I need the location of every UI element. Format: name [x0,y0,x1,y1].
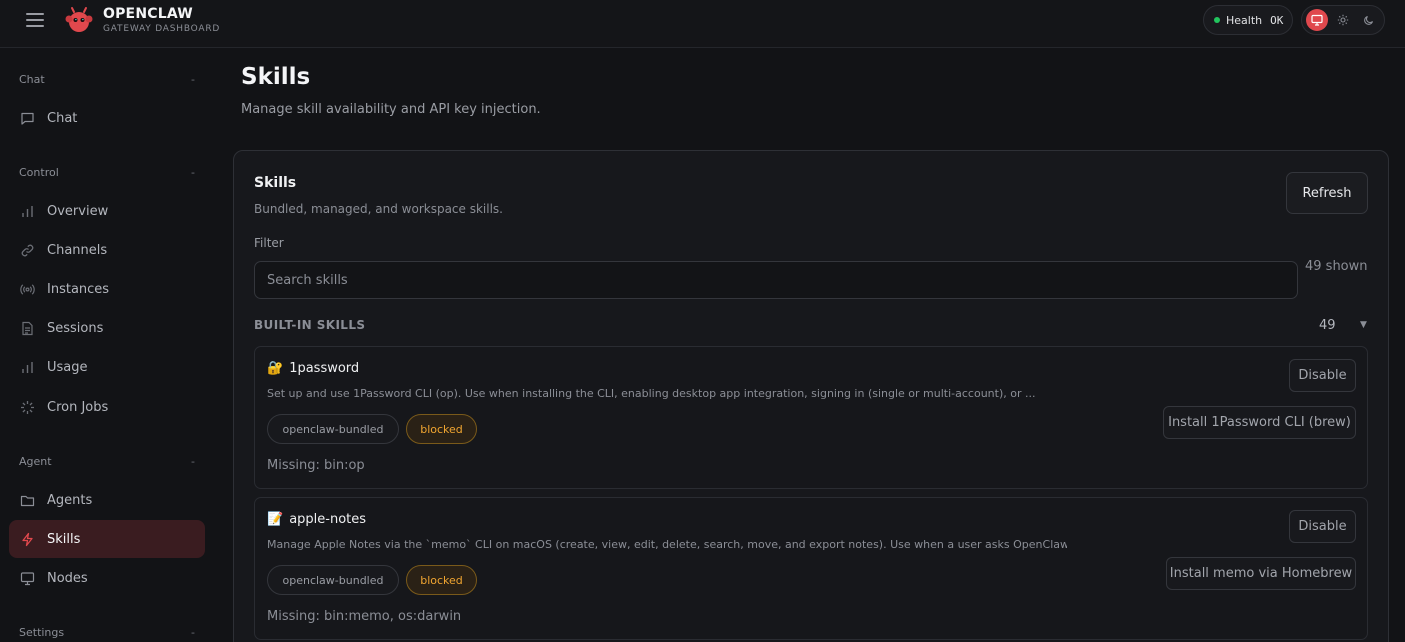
health-status: Health OK [1203,5,1293,35]
sidebar: Chat - Chat Control - Overview Channels … [0,48,218,642]
skill-name-text: 1password [289,361,360,376]
health-label: Health [1226,13,1263,27]
section-title: Chat [19,73,45,86]
monitor-icon [1311,14,1323,26]
disable-button[interactable]: Disable [1289,359,1356,392]
sidebar-section-control[interactable]: Control - [19,166,195,179]
skill-name: 📝 apple-notes [267,512,366,527]
sidebar-item-label: Usage [47,359,88,375]
sidebar-item-label: Agents [47,492,93,508]
skill-item-apple-notes: 📝 apple-notes Manage Apple Notes via the… [254,497,1368,640]
sidebar-item-label: Skills [47,531,81,547]
link-icon [21,244,34,256]
sidebar-item-label: Instances [47,281,110,297]
sidebar-section-chat[interactable]: Chat - [19,73,195,86]
sidebar-item-label: Cron Jobs [47,399,109,415]
sidebar-item-label: Sessions [47,320,104,336]
monitor-icon [20,571,35,585]
sidebar-item-channels[interactable]: Channels [9,231,205,269]
status-badge: blocked [406,565,477,595]
lock-key-icon: 🔐 [267,361,284,376]
skill-description: Set up and use 1Password CLI (op). Use w… [267,387,1036,400]
theme-dark-button[interactable] [1358,9,1380,31]
theme-switcher [1301,5,1385,35]
page-subtitle: Manage skill availability and API key in… [241,102,541,117]
sidebar-item-skills[interactable]: Skills [9,520,205,558]
health-value: OK [1270,13,1284,27]
collapse-icon[interactable]: - [191,73,195,86]
shown-count: 49 shown [1305,259,1368,274]
collapse-icon[interactable]: - [191,626,195,639]
radio-icon [20,283,35,295]
loader-icon [21,400,34,414]
filter-label: Filter [254,236,284,250]
install-button[interactable]: Install 1Password CLI (brew) [1163,406,1356,439]
collapse-icon[interactable]: - [191,166,195,179]
brand-title: OPENCLAW [103,6,193,22]
sidebar-item-label: Chat [47,110,78,126]
group-title[interactable]: BUILT-IN SKILLS [254,318,365,332]
sidebar-item-nodes[interactable]: Nodes [9,559,205,597]
search-input[interactable] [254,261,1298,299]
install-button[interactable]: Install memo via Homebrew [1166,557,1356,590]
bar-chart-icon [22,361,33,373]
card-subtitle: Bundled, managed, and workspace skills. [254,202,503,216]
skill-name: 🔐 1password [267,361,359,376]
sidebar-item-label: Overview [47,203,109,219]
sidebar-item-overview[interactable]: Overview [9,192,205,230]
section-title: Agent [19,455,52,468]
section-title: Control [19,166,59,179]
brand-subtitle: GATEWAY DASHBOARD [103,24,221,34]
missing-requirements: Missing: bin:op [267,458,365,473]
disable-button[interactable]: Disable [1289,510,1356,543]
skill-description: Manage Apple Notes via the `memo` CLI on… [267,538,1067,551]
theme-light-button[interactable] [1332,9,1354,31]
lobster-logo-icon [65,7,93,32]
bar-chart-icon [22,205,33,217]
sidebar-item-agents[interactable]: Agents [9,481,205,519]
theme-system-button[interactable] [1306,9,1328,31]
sidebar-item-chat[interactable]: Chat [9,99,205,137]
sidebar-item-usage[interactable]: Usage [9,348,205,386]
document-icon [22,321,33,335]
missing-requirements: Missing: bin:memo, os:darwin [267,609,462,624]
top-bar: OPENCLAW GATEWAY DASHBOARD Health OK [0,0,1405,48]
lightning-icon [22,532,33,546]
sun-icon [1337,14,1349,26]
sidebar-item-label: Nodes [47,570,88,586]
group-count: 49 [1319,318,1336,333]
collapse-icon[interactable]: - [191,455,195,468]
skill-name-text: apple-notes [289,512,367,527]
caret-down-icon[interactable]: ▼ [1360,320,1367,330]
card-title: Skills [254,175,297,191]
source-badge: openclaw-bundled [267,414,399,444]
status-badge: blocked [406,414,477,444]
section-title: Settings [19,626,65,639]
memo-icon: 📝 [267,512,284,527]
refresh-button[interactable]: Refresh [1286,172,1368,214]
skills-card: Skills Bundled, managed, and workspace s… [233,150,1389,642]
menu-icon[interactable] [26,13,44,29]
folder-icon [20,495,35,506]
chat-bubble-icon [21,112,34,125]
source-badge: openclaw-bundled [267,565,399,595]
skill-item-1password: 🔐 1password Set up and use 1Password CLI… [254,346,1368,489]
sidebar-item-instances[interactable]: Instances [9,270,205,308]
sidebar-section-agent[interactable]: Agent - [19,455,195,468]
moon-icon [1364,15,1374,25]
page-title: Skills [241,64,311,90]
status-dot-icon [1214,17,1220,23]
sidebar-item-sessions[interactable]: Sessions [9,309,205,347]
sidebar-item-cron-jobs[interactable]: Cron Jobs [9,388,205,426]
sidebar-item-label: Channels [47,242,108,258]
sidebar-section-settings[interactable]: Settings - [19,626,195,639]
